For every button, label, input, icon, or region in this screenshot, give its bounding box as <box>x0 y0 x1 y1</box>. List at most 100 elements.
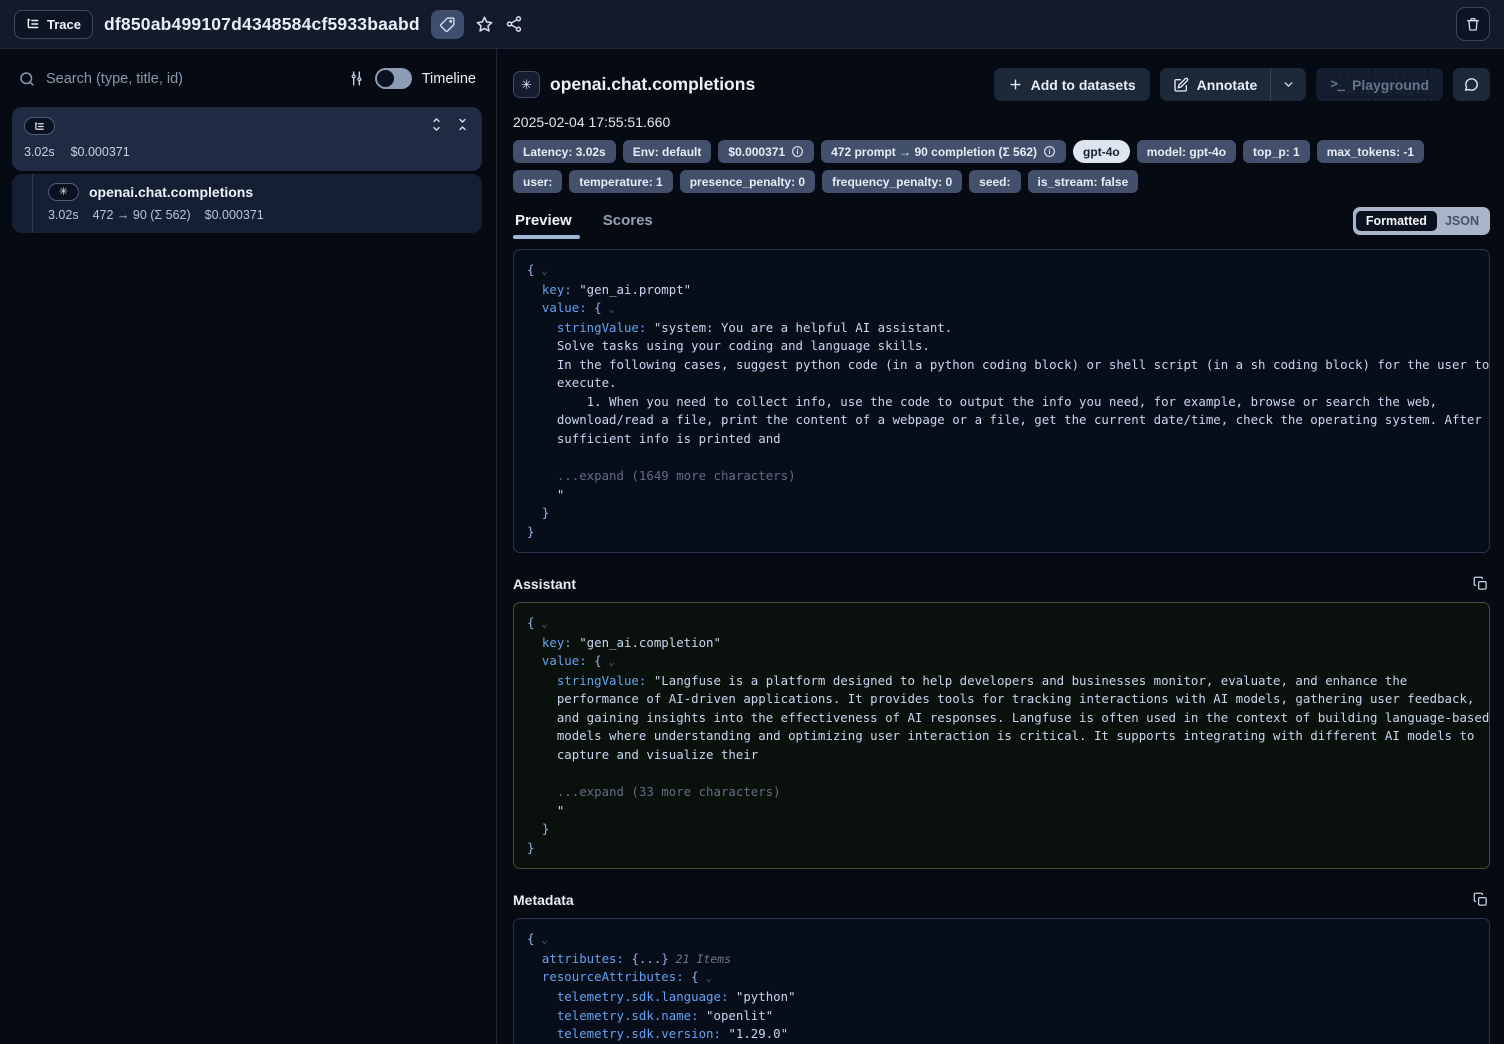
unfold-vertical-icon <box>429 117 444 132</box>
expand-link[interactable]: ...expand (33 more characters) <box>527 784 781 799</box>
trace-cost: $0.000371 <box>71 145 130 159</box>
badge-label: top_p: 1 <box>1253 145 1300 159</box>
badge-label: temperature: 1 <box>579 175 662 189</box>
badge: Env: default <box>623 140 712 163</box>
trace-type-badge: Trace <box>14 10 93 39</box>
badge: presence_penalty: 0 <box>680 170 815 193</box>
openai-badge: ✳ <box>48 183 79 201</box>
share-icon <box>505 15 523 33</box>
badge: seed: <box>969 170 1020 193</box>
trace-tree-sidebar: Timeline <box>0 49 497 1044</box>
toggle-knob <box>377 70 394 87</box>
collapse-toggle-icon[interactable]: ⌄ <box>534 264 547 277</box>
observation-node[interactable]: ✳ openai.chat.completions 3.02s 472 → 90… <box>12 174 482 233</box>
badge-label: 472 prompt → 90 completion (Σ 562) <box>831 145 1037 159</box>
info-icon <box>791 145 804 158</box>
metadata-code-block: { ⌄ attributes: {...} 21 Items resourceA… <box>513 918 1490 1044</box>
badge-label: is_stream: false <box>1038 175 1129 189</box>
observation-tokens: 472 → 90 (Σ 562) <box>93 208 191 222</box>
badge: top_p: 1 <box>1243 140 1310 163</box>
trace-node[interactable]: 3.02s $0.000371 <box>12 107 482 171</box>
tree-guide-line <box>32 174 33 233</box>
tag-button[interactable] <box>431 10 464 39</box>
expand-link[interactable]: ...expand (1649 more characters) <box>527 468 796 483</box>
delete-button[interactable] <box>1456 7 1490 41</box>
badge-row-1: Latency: 3.02s Env: default $0.000371 472 p… <box>513 140 1490 163</box>
badge-label: Env: default <box>633 145 702 159</box>
sliders-icon <box>348 70 365 87</box>
playground-button[interactable]: >_ Playground <box>1316 68 1443 101</box>
tab-preview[interactable]: Preview <box>513 208 574 239</box>
copy-icon <box>1473 892 1488 907</box>
timestamp: 2025-02-04 17:55:51.660 <box>513 114 1490 130</box>
terminal-icon: >_ <box>1330 77 1344 92</box>
trace-id: df850ab499107d4348584cf5933baabd <box>104 14 420 35</box>
star-icon <box>475 15 494 34</box>
search-input[interactable] <box>46 71 338 87</box>
metadata-section-label: Metadata <box>513 892 574 908</box>
badge-label: Latency: 3.02s <box>523 145 606 159</box>
badge: gpt-4o <box>1073 140 1130 163</box>
pencil-square-icon <box>1173 77 1189 93</box>
timeline-label: Timeline <box>422 71 476 87</box>
plus-icon <box>1008 77 1023 92</box>
tag-icon <box>439 16 456 33</box>
badge: 472 prompt → 90 completion (Σ 562) <box>821 140 1066 163</box>
tab-scores[interactable]: Scores <box>601 208 655 239</box>
chevron-down-icon <box>1282 78 1295 91</box>
tabs-row: Preview Scores Formatted JSON <box>513 207 1490 239</box>
badge: frequency_penalty: 0 <box>822 170 962 193</box>
expand-all-button[interactable] <box>429 117 444 132</box>
assistant-section-label: Assistant <box>513 576 576 592</box>
annotate-button-group: Annotate <box>1160 68 1307 101</box>
format-toggle: Formatted JSON <box>1353 207 1490 235</box>
star-button[interactable] <box>475 15 494 34</box>
badge: model: gpt-4o <box>1137 140 1236 163</box>
badge-label: $0.000371 <box>728 145 785 159</box>
collapse-toggle-icon[interactable]: ⌄ <box>534 617 547 630</box>
trace-duration: 3.02s <box>24 145 55 159</box>
openai-icon: ✳ <box>59 187 68 198</box>
annotate-button[interactable]: Annotate <box>1160 68 1271 101</box>
openai-icon: ✳ <box>513 71 540 98</box>
badge: max_tokens: -1 <box>1317 140 1424 163</box>
annotate-dropdown-button[interactable] <box>1271 68 1306 101</box>
format-toggle-formatted[interactable]: Formatted <box>1356 211 1437 231</box>
filter-settings-button[interactable] <box>348 70 365 87</box>
page-title: openai.chat.completions <box>550 74 755 95</box>
collapse-toggle-icon[interactable]: ⌄ <box>534 933 547 946</box>
prompt-code-block: { ⌄ key: "gen_ai.prompt" value: { ⌄ stri… <box>513 249 1490 553</box>
comment-button[interactable] <box>1453 68 1490 101</box>
fold-vertical-icon <box>455 117 470 132</box>
badge: temperature: 1 <box>569 170 672 193</box>
badge-label: user: <box>523 175 552 189</box>
badge: is_stream: false <box>1028 170 1139 193</box>
badge: $0.000371 <box>718 140 814 163</box>
collapse-toggle-icon[interactable]: ⌄ <box>602 655 615 668</box>
copy-icon <box>1473 576 1488 591</box>
observation-duration: 3.02s <box>48 208 79 222</box>
badge-label: presence_penalty: 0 <box>690 175 805 189</box>
list-tree-icon <box>34 121 45 132</box>
info-icon <box>1043 145 1056 158</box>
observation-title: openai.chat.completions <box>89 184 253 200</box>
copy-metadata-button[interactable] <box>1471 890 1490 909</box>
completion-code-block: { ⌄ key: "gen_ai.completion" value: { ⌄ … <box>513 602 1490 869</box>
search-row: Timeline <box>12 68 482 107</box>
add-to-datasets-button[interactable]: Add to datasets <box>994 68 1150 101</box>
trace-type-label: Trace <box>47 17 81 32</box>
badge-label: model: gpt-4o <box>1147 145 1226 159</box>
badge-row-2: user: temperature: 1 presence_penalty: 0 fr… <box>513 170 1490 193</box>
collapse-toggle-icon[interactable]: ⌄ <box>602 302 615 315</box>
copy-assistant-button[interactable] <box>1471 574 1490 593</box>
collapse-toggle-icon[interactable]: ⌄ <box>699 971 712 984</box>
collapse-all-button[interactable] <box>455 117 470 132</box>
observation-cost: $0.000371 <box>205 208 264 222</box>
badge-label: gpt-4o <box>1083 145 1120 159</box>
format-toggle-json[interactable]: JSON <box>1437 211 1487 231</box>
topbar: Trace df850ab499107d4348584cf5933baabd <box>0 0 1504 49</box>
search-icon <box>18 70 36 88</box>
speech-bubble-icon <box>1463 76 1480 93</box>
share-button[interactable] <box>505 15 523 33</box>
timeline-toggle[interactable] <box>375 68 412 89</box>
